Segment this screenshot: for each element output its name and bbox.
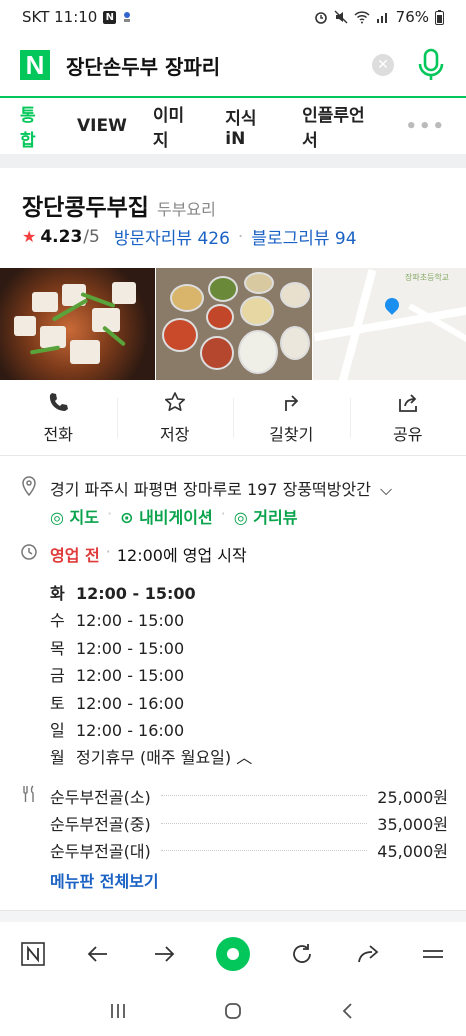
map-link[interactable]: ◎ 지도 — [50, 504, 99, 528]
chevron-up-icon[interactable]: ︿ — [236, 748, 252, 767]
directions-label: 길찾기 — [269, 424, 314, 444]
map-pin-icon — [382, 295, 402, 315]
battery-icon — [435, 9, 444, 25]
search-tabs: 통합 VIEW 이미지 지식iN 인플루언서 ••• — [0, 98, 466, 154]
food-photo-side-dishes[interactable] — [156, 268, 312, 380]
food-photo-tofu-stew[interactable] — [0, 268, 155, 380]
hours-row: 화 12:00 - 15:00 — [50, 584, 196, 603]
signal-icon — [376, 13, 387, 23]
business-status: 영업 전 · 12:00에 영업 시작 — [50, 542, 247, 565]
mute-icon — [334, 10, 348, 24]
refresh-icon[interactable] — [289, 941, 315, 967]
alarm-icon — [314, 12, 327, 24]
share-label: 공유 — [393, 424, 423, 444]
section-divider — [0, 910, 466, 922]
share-button[interactable]: 공유 — [349, 380, 466, 455]
business-hours: 화 12:00 - 15:00 수 12:00 - 15:00 목 12:00 - 1… — [50, 580, 252, 772]
naver-logo[interactable]: N — [20, 50, 50, 80]
browser-toolbar — [0, 922, 466, 986]
back-nav-icon[interactable] — [338, 1001, 358, 1021]
star-icon — [164, 391, 185, 411]
call-label: 전화 — [43, 424, 73, 444]
carrier-time: SKT 11:10 — [22, 8, 98, 26]
navigation-link[interactable]: ⊙ 내비게이션 — [120, 504, 213, 528]
open-note: 12:00에 영업 시작 — [116, 546, 247, 565]
recent-apps-icon[interactable] — [108, 1001, 128, 1021]
place-photos: 장파초등학교 — [0, 268, 466, 380]
menu-utensils-icon — [23, 785, 34, 802]
chevron-down-icon[interactable]: ⌵ — [380, 480, 392, 499]
tab-view[interactable]: VIEW — [77, 116, 127, 136]
directions-icon — [285, 394, 299, 411]
tab-kin[interactable]: 지식iN — [225, 104, 276, 149]
section-divider — [0, 154, 466, 168]
separator-dot: · — [237, 226, 244, 247]
tab-integrated[interactable]: 통합 — [20, 101, 51, 151]
open-status: 영업 전 — [50, 546, 100, 565]
share-arrow-icon[interactable] — [355, 941, 381, 967]
menu-list: 순두부전골(소) 25,000원 순두부전골(중) 35,000원 순두부전골(대)… — [50, 782, 448, 864]
home-icon[interactable] — [223, 1001, 243, 1021]
notification-icon — [124, 12, 131, 22]
green-dot-button[interactable] — [215, 937, 250, 971]
battery-percent: 76% — [395, 8, 429, 26]
menu-item[interactable]: 순두부전골(중) 35,000원 — [50, 809, 448, 836]
mic-icon[interactable] — [416, 48, 446, 82]
rating-value: 4.23 — [40, 226, 83, 247]
hours-row: 금 12:00 - 15:00 — [50, 666, 185, 686]
rating-star-icon: ★ — [22, 227, 37, 246]
location-icon — [22, 476, 36, 496]
more-tabs-icon[interactable]: ••• — [405, 116, 446, 137]
view-full-menu-link[interactable]: 메뉴판 전체보기 — [50, 868, 159, 892]
tab-images[interactable]: 이미지 — [153, 101, 199, 151]
naver-home-icon[interactable] — [20, 941, 46, 967]
hours-row: 토 12:00 - 16:00 — [50, 693, 185, 713]
map-links: ◎ 지도 · ⊙ 내비게이션 · ◎ 거리뷰 — [50, 504, 298, 528]
search-input[interactable]: 장단손두부 장파리 — [66, 51, 220, 80]
phone-icon — [50, 392, 69, 411]
place-actions: 전화 저장 길찾기 공유 — [0, 380, 466, 456]
search-bar: N 장단손두부 장파리 ✕ — [0, 34, 466, 98]
share-icon — [398, 393, 417, 412]
menu-item[interactable]: 순두부전골(대) 45,000원 — [50, 837, 448, 864]
save-label: 저장 — [160, 424, 190, 444]
clock-icon — [21, 544, 37, 560]
map-label: 장파초등학교 — [405, 273, 450, 282]
place-category: 두부요리 — [156, 200, 216, 219]
menu-item[interactable]: 순두부전골(소) 25,000원 — [50, 782, 448, 809]
visitor-reviews-link[interactable]: 방문자리뷰 426 — [114, 224, 230, 249]
back-icon[interactable] — [85, 941, 111, 967]
streetview-link[interactable]: ◎ 거리뷰 — [234, 504, 298, 528]
save-button[interactable]: 저장 — [116, 380, 234, 455]
address-text[interactable]: 경기 파주시 파평면 장마루로 197 장풍떡방앗간 ⌵ — [50, 476, 392, 500]
place-title[interactable]: 장단콩두부집 — [22, 188, 149, 222]
directions-button[interactable]: 길찾기 — [233, 380, 350, 455]
rating-max: /5 — [83, 226, 100, 247]
blog-reviews-link[interactable]: 블로그리뷰 94 — [251, 224, 356, 249]
tab-influencer[interactable]: 인플루언서 — [302, 101, 379, 151]
hours-row[interactable]: 월 정기휴무 (매주 월요일) ︿ — [50, 744, 252, 771]
menu-icon[interactable] — [420, 941, 446, 967]
call-button[interactable]: 전화 — [0, 380, 117, 455]
location-map-thumbnail[interactable]: 장파초등학교 — [313, 268, 466, 380]
address-value: 경기 파주시 파평면 장마루로 197 장풍떡방앗간 — [50, 480, 371, 499]
hours-row: 목 12:00 - 15:00 — [50, 638, 185, 658]
hours-row: 일 12:00 - 16:00 — [50, 721, 185, 741]
hours-row: 수 12:00 - 15:00 — [50, 611, 185, 631]
status-bar: SKT 11:10 N 76% — [0, 0, 466, 34]
forward-icon[interactable] — [151, 941, 177, 967]
close-icon[interactable]: ✕ — [372, 54, 394, 76]
wifi-icon — [354, 11, 370, 24]
system-navigation — [0, 986, 466, 1036]
naver-notification-icon: N — [103, 10, 117, 24]
